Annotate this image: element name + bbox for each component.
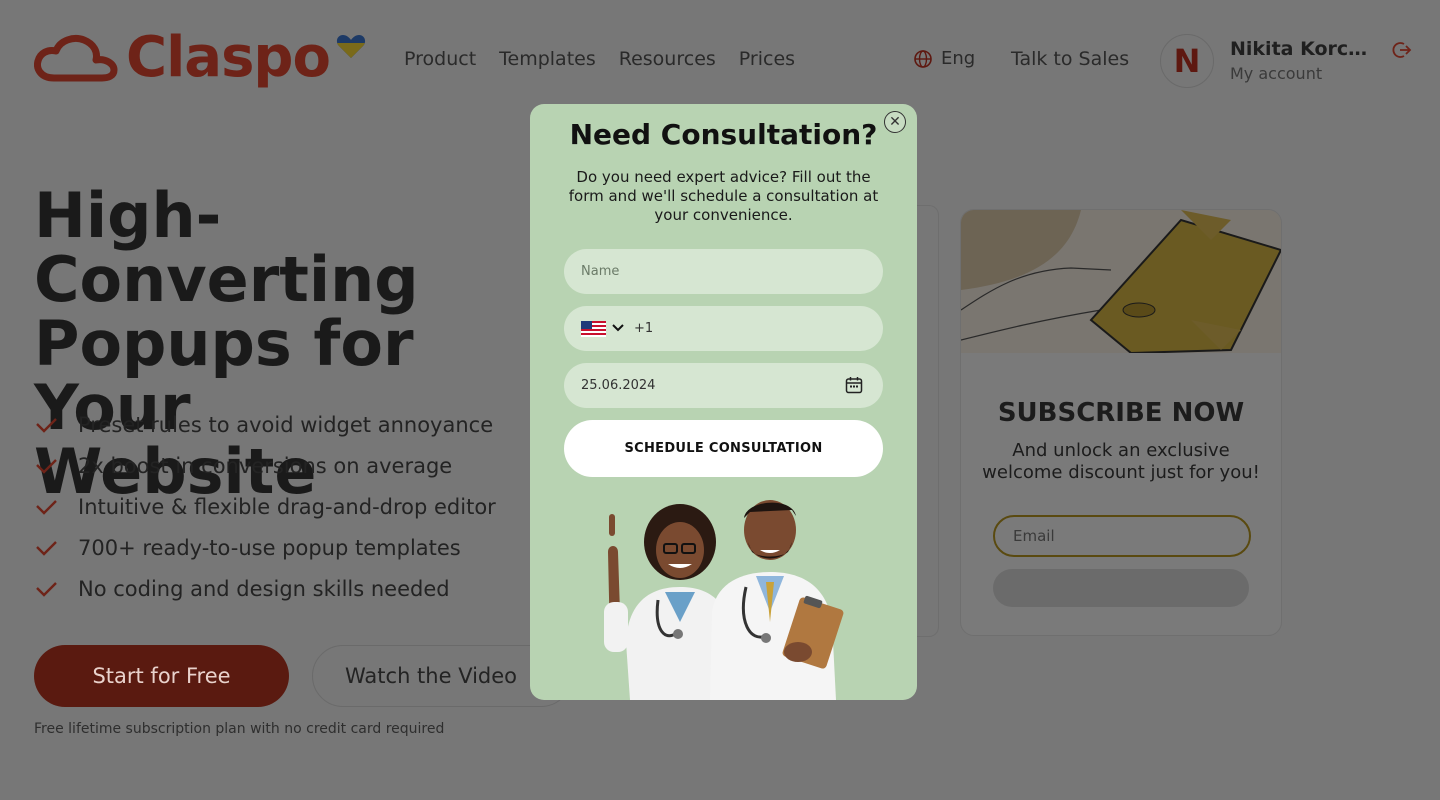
talk-to-sales-link[interactable]: Talk to Sales — [1011, 48, 1129, 70]
feature-text: 2x boost in conversions on average — [78, 453, 453, 478]
check-icon — [34, 580, 60, 598]
avatar[interactable]: N — [1160, 34, 1214, 88]
consultation-popup: Need Consultation? ✕ Do you need expert … — [530, 104, 917, 700]
calendar-icon[interactable] — [845, 376, 863, 394]
doctors-illustration — [604, 500, 844, 700]
nav-templates[interactable]: Templates — [499, 48, 596, 70]
hero-title-line: High-Converting — [34, 179, 419, 316]
subscribe-text: And unlock an exclusive welcome discount… — [982, 440, 1260, 483]
language-selector[interactable]: Eng — [913, 48, 975, 69]
popup-title: Need Consultation? — [569, 118, 878, 151]
heart-icon — [336, 35, 366, 58]
feature-item: Preset rules to avoid widget annoyance — [34, 404, 496, 445]
nav-resources[interactable]: Resources — [619, 48, 716, 70]
check-icon — [34, 539, 60, 557]
feature-item: Intuitive & flexible drag-and-drop edito… — [34, 486, 496, 527]
schedule-consultation-button[interactable]: SCHEDULE CONSULTATION — [564, 420, 883, 477]
name-input[interactable]: Name — [564, 249, 883, 294]
check-icon — [34, 457, 60, 475]
language-label: Eng — [941, 48, 976, 69]
main-nav: Product Templates Resources Prices — [404, 48, 795, 70]
feature-item: No coding and design skills needed — [34, 568, 496, 609]
us-flag-icon[interactable] — [581, 320, 606, 337]
subscribe-title: SUBSCRIBE NOW — [997, 398, 1245, 428]
page: Claspo Product Templates Resources Price… — [0, 0, 1440, 800]
globe-icon — [914, 49, 932, 68]
nav-product[interactable]: Product — [404, 48, 476, 70]
logo[interactable]: Claspo — [34, 30, 366, 86]
feature-text: Intuitive & flexible drag-and-drop edito… — [78, 494, 496, 519]
watch-video-label: Watch the Video — [345, 664, 518, 688]
nav-prices[interactable]: Prices — [739, 48, 795, 70]
cloud-logo-icon — [34, 34, 118, 82]
subscribe-button — [993, 569, 1249, 607]
phone-illustration — [961, 210, 1281, 355]
feature-item: 2x boost in conversions on average — [34, 445, 496, 486]
date-value: 25.06.2024 — [581, 378, 656, 393]
feature-list: Preset rules to avoid widget annoyance 2… — [34, 404, 496, 609]
hand-phone-icon — [961, 210, 1281, 355]
logout-icon[interactable] — [1392, 40, 1412, 60]
user-account[interactable]: Nikita Korche... My account — [1230, 38, 1380, 83]
phone-code: +1 — [634, 321, 654, 336]
my-account-label: My account — [1230, 64, 1323, 83]
check-icon — [34, 416, 60, 434]
feature-text: 700+ ready-to-use popup templates — [78, 535, 461, 560]
logo-text: Claspo — [126, 25, 331, 90]
free-plan-note: Free lifetime subscription plan with no … — [34, 721, 445, 737]
subscribe-card-preview: SUBSCRIBE NOW And unlock an exclusive we… — [960, 209, 1282, 636]
user-name: Nikita Korche... — [1230, 38, 1380, 60]
start-for-free-button[interactable]: Start for Free — [34, 645, 289, 707]
check-icon — [34, 498, 60, 516]
popup-description: Do you need expert advice? Fill out the … — [568, 168, 879, 224]
chevron-down-icon[interactable] — [612, 322, 624, 335]
subscribe-email-field: Email — [993, 515, 1251, 557]
feature-item: 700+ ready-to-use popup templates — [34, 527, 496, 568]
phone-input[interactable]: +1 — [564, 306, 883, 351]
close-icon[interactable]: ✕ — [884, 111, 906, 133]
feature-text: No coding and design skills needed — [78, 576, 450, 601]
date-input[interactable]: 25.06.2024 — [564, 363, 883, 408]
feature-text: Preset rules to avoid widget annoyance — [78, 412, 494, 437]
